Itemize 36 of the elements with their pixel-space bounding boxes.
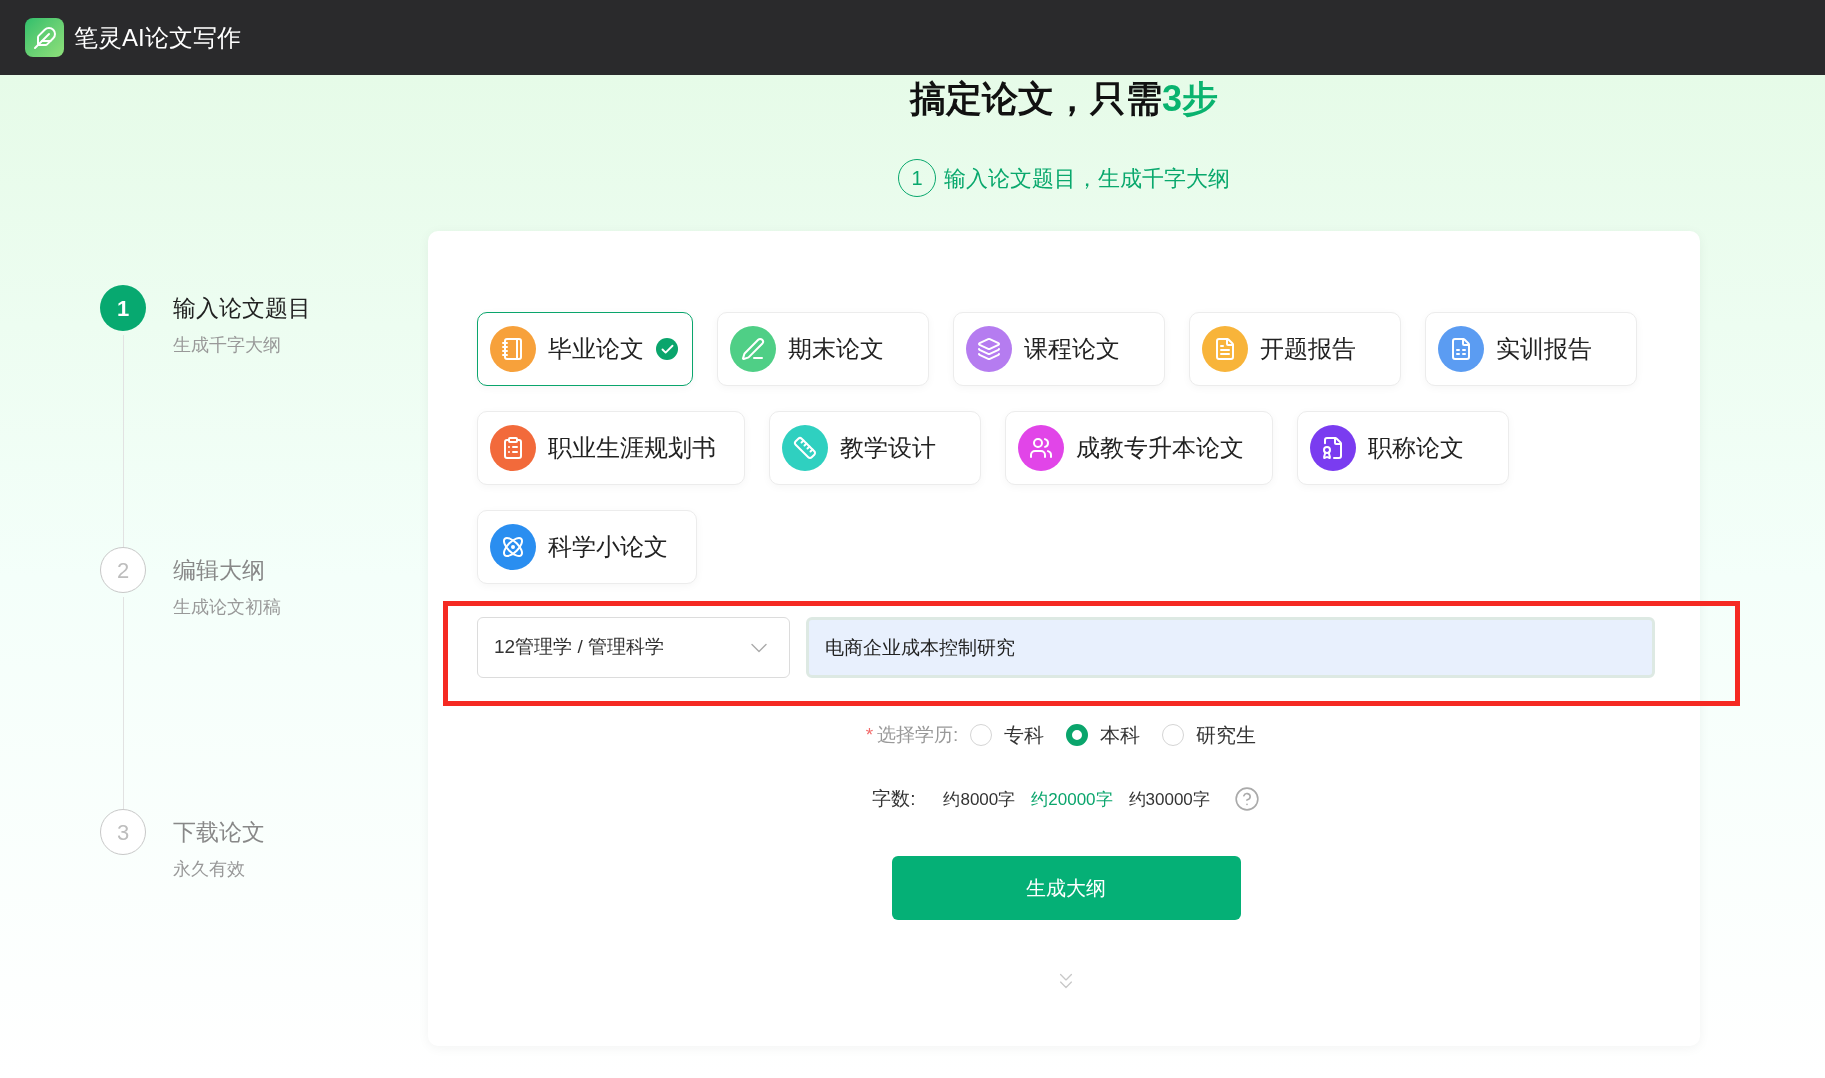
headline: 搞定论文，只需3步 — [910, 77, 1218, 121]
required-mark: * — [865, 722, 874, 747]
paper-type-card[interactable]: 职业生涯规划书 — [477, 411, 745, 485]
paper-type-card[interactable]: 毕业论文 — [477, 312, 693, 386]
radio-button[interactable] — [1066, 724, 1089, 746]
paper-type-card[interactable]: 实训报告 — [1425, 312, 1637, 386]
step-subtitle: 生成论文初稿 — [173, 595, 281, 619]
subject-select[interactable]: 12管理学 / 管理科学 — [477, 617, 790, 678]
step-title: 下载论文 — [173, 818, 265, 847]
step-subtitle: 生成千字大纲 — [173, 333, 282, 357]
topic-input[interactable]: 电商企业成本控制研究 — [806, 617, 1655, 678]
radio-option[interactable]: 专科 — [970, 720, 1045, 750]
step-number: 3 — [100, 809, 146, 855]
step-subtitle: 永久有效 — [173, 857, 246, 881]
word-count-option[interactable]: 约30000字 — [1128, 786, 1210, 812]
logo-icon — [25, 18, 64, 57]
paper-type-card[interactable]: 科学小论文 — [477, 510, 697, 584]
step-caption: 输入论文题目，生成千字大纲 — [944, 164, 1230, 193]
field-label: 字数: — [872, 787, 916, 811]
step-number: 1 — [100, 285, 146, 331]
help-icon[interactable] — [1233, 786, 1260, 813]
paper-type-card[interactable]: 课程论文 — [953, 312, 1165, 386]
step-title: 输入论文题目 — [173, 294, 311, 323]
paper-type-card[interactable]: 教学设计 — [769, 411, 981, 485]
paper-type-card[interactable]: 职称论文 — [1297, 411, 1509, 485]
radio-option[interactable]: 研究生 — [1162, 720, 1257, 750]
field-label: 选择学历: — [877, 722, 959, 747]
step-title: 编辑大纲 — [173, 556, 266, 585]
paper-type-card[interactable]: 开题报告 — [1189, 312, 1401, 386]
step-number: 2 — [100, 547, 146, 593]
paper-type-card[interactable]: 期末论文 — [717, 312, 929, 386]
app-title: 笔灵AI论文写作 — [74, 22, 241, 53]
paper-type-card[interactable]: 成教专升本论文 — [1005, 411, 1273, 485]
radio-option[interactable]: 本科 — [1066, 720, 1141, 750]
check-icon — [656, 338, 678, 360]
word-count-option[interactable]: 约8000字 — [943, 786, 1016, 812]
